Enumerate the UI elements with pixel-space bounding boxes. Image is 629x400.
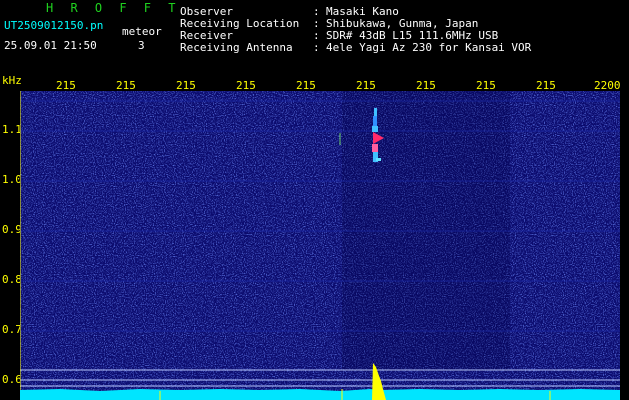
y-tick-label: 1.0 (2, 173, 22, 186)
y-tick-label: 0.9 (2, 223, 22, 236)
y-tick-label: 0.7 (2, 323, 22, 336)
hrofft-spectrogram-window: { "app": { "title": "H R O F F T", "file… (0, 0, 629, 400)
info-sep: : (313, 41, 320, 54)
y-tick-label: 0.8 (2, 273, 22, 286)
info-value-antenna: 4ele Yagi Az 230 for Kansai VOR (326, 41, 532, 54)
baseline-spectrum (20, 388, 620, 400)
info-label-antenna: Receiving Antenna (180, 41, 293, 54)
y-tick-label: 1.1 (2, 123, 22, 136)
noise-texture (20, 91, 620, 400)
spectrogram-plot (20, 91, 620, 400)
file-name: UT2509012150.pn (4, 19, 104, 32)
meteor-label: meteor (122, 25, 162, 38)
y-tick-label: 0.6 (2, 373, 22, 386)
app-title: H R O F F T (46, 1, 181, 15)
meteor-count: 3 (138, 39, 145, 52)
date-time: 25.09.01 21:50 (4, 39, 97, 52)
y-unit-label: kHz (2, 74, 22, 87)
